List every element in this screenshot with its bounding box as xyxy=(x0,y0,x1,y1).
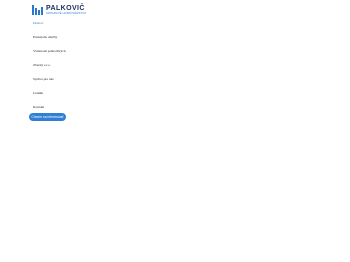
logo-bars-icon xyxy=(32,5,43,15)
nav-item-kontakt[interactable]: Kontakt xyxy=(33,105,44,109)
brand-name: PALKOVIČ xyxy=(46,5,85,12)
nav-item-vlastnosti[interactable]: Vlastnosti jednotlivých xyxy=(33,49,66,53)
nav-item-prenajom[interactable]: Prenájom, služby xyxy=(33,35,57,39)
nav-item-cennik[interactable]: Cenník xyxy=(33,91,43,95)
nav-item-domov[interactable]: Domov xyxy=(33,21,44,25)
inquiry-button[interactable]: Chcem sa informovať xyxy=(29,113,66,121)
nav-item-zberny[interactable]: Zberný s.r.o. xyxy=(33,63,51,67)
brand-logo[interactable]: PALKOVIČ ODPADOVÉ HOSPODÁRSTVO xyxy=(32,5,86,15)
page: PALKOVIČ ODPADOVÉ HOSPODÁRSTVO Domov Pre… xyxy=(0,0,350,262)
nav-item-sprava[interactable]: Správa pre nás xyxy=(33,77,54,81)
brand-text: PALKOVIČ ODPADOVÉ HOSPODÁRSTVO xyxy=(46,5,86,15)
brand-tagline: ODPADOVÉ HOSPODÁRSTVO xyxy=(46,12,87,15)
